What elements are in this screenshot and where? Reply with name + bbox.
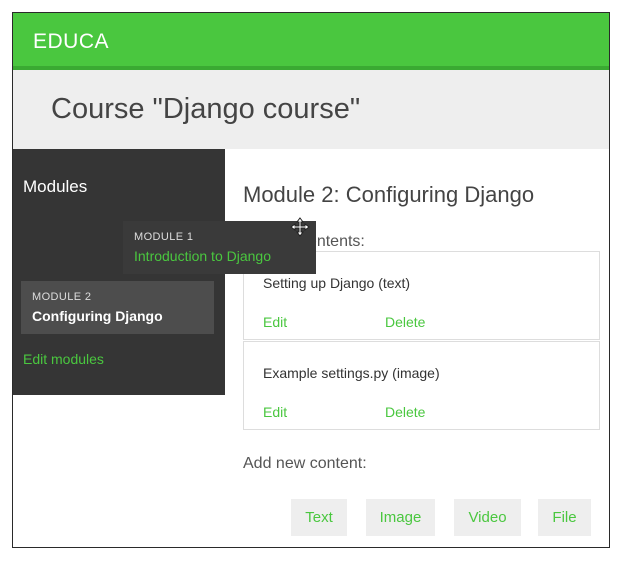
delete-content-link[interactable]: Delete [385, 314, 425, 330]
content-title: Setting up Django (text) [263, 275, 411, 291]
delete-content-link[interactable]: Delete [385, 404, 425, 420]
add-text-button[interactable]: Text [291, 499, 347, 536]
edit-content-link[interactable]: Edit [263, 314, 287, 330]
module-item-2[interactable]: MODULE 2 Configuring Django [21, 281, 214, 334]
content-item: Example settings.py (image) Edit Delete [243, 341, 600, 430]
module-name: Introduction to Django [134, 248, 271, 264]
module-number: MODULE 1 [134, 231, 194, 243]
edit-content-link[interactable]: Edit [263, 404, 287, 420]
add-image-button[interactable]: Image [366, 499, 435, 536]
add-content-label: Add new content: [243, 455, 367, 472]
add-video-button[interactable]: Video [454, 499, 521, 536]
add-file-button[interactable]: File [538, 499, 591, 536]
content-title: Example settings.py (image) [263, 365, 440, 381]
top-bar: EDUCA [13, 13, 609, 70]
module-title: Module 2: Configuring Django [243, 182, 535, 207]
edit-modules-link[interactable]: Edit modules [23, 351, 104, 367]
page-title: Course "Django course" [51, 93, 361, 125]
brand-logo[interactable]: EDUCA [33, 30, 109, 54]
module-number: MODULE 2 [32, 291, 92, 303]
sidebar-heading: Modules [23, 177, 88, 196]
course-header: Course "Django course" [13, 70, 609, 149]
app-frame: EDUCA Course "Django course" Modules MOD… [12, 12, 610, 548]
move-cursor-icon [290, 217, 310, 237]
module-item-1-dragging[interactable]: MODULE 1 Introduction to Django [123, 221, 316, 274]
module-name: Configuring Django [32, 308, 163, 324]
